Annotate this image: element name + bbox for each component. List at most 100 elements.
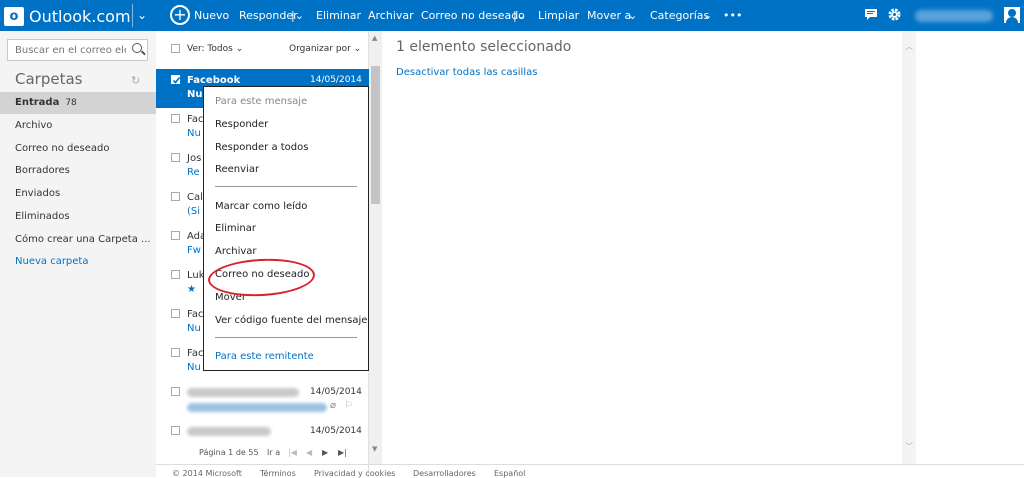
message-subject: Nu — [187, 362, 201, 373]
new-button[interactable]: Nuevo — [194, 9, 229, 22]
chevron-down-icon[interactable]: ⌄ — [703, 9, 712, 22]
search-input[interactable] — [8, 40, 126, 60]
context-menu: Para este mensaje Responder Responder a … — [203, 86, 369, 371]
outlook-logo[interactable]: o Outlook.com — [4, 5, 131, 27]
uncheck-all-link[interactable]: Desactivar todas las casillas — [396, 67, 537, 78]
list-item[interactable]: 14/05/2014 ⌀ ⚐ — [156, 381, 369, 420]
chevron-down-icon[interactable]: ⌄ — [628, 9, 637, 22]
chevron-up-icon[interactable]: ︿ — [905, 41, 913, 52]
reply-dropdown-icon[interactable]: |⌄ — [291, 9, 304, 22]
prev-page-icon[interactable]: ◀ — [306, 448, 312, 457]
menu-item-forward[interactable]: Reenviar — [215, 164, 259, 175]
message-checkbox[interactable] — [171, 231, 180, 240]
message-checkbox[interactable] — [171, 348, 180, 357]
avatar[interactable] — [1004, 7, 1020, 23]
select-all-checkbox[interactable] — [171, 44, 180, 53]
folder-pane: Carpetas ↻ Entrada 78 Archivo Correo no d… — [0, 31, 156, 477]
selection-title: 1 elemento seleccionado — [396, 39, 572, 55]
message-subject: Nu — [187, 128, 201, 139]
menu-item-view-source[interactable]: Ver código fuente del mensaje — [215, 315, 367, 326]
message-checkbox[interactable] — [171, 192, 180, 201]
message-checkbox[interactable] — [171, 270, 180, 279]
folder-custom[interactable]: Cómo crear una Carpeta ... — [0, 229, 156, 251]
reply-button[interactable]: Responder — [239, 9, 298, 22]
folder-deleted[interactable]: Eliminados — [0, 206, 156, 228]
chat-icon[interactable] — [864, 8, 878, 24]
blurred-subject — [187, 403, 327, 412]
delete-button[interactable]: Eliminar — [316, 9, 361, 22]
view-filter[interactable]: Ver: Todos ⌄ — [187, 44, 243, 54]
archive-button[interactable]: Archivar — [368, 9, 414, 22]
folder-archive[interactable]: Archivo — [0, 115, 156, 137]
message-sender: Fac — [187, 114, 204, 125]
message-sender: Fac — [187, 348, 204, 359]
next-page-icon[interactable]: ▶ — [322, 448, 328, 457]
scroll-up-icon[interactable]: ▲ — [372, 34, 377, 42]
menu-divider — [215, 337, 357, 338]
divider — [132, 4, 133, 27]
message-checkbox[interactable] — [171, 75, 181, 84]
star-icon: ★ — [187, 284, 196, 295]
junk-button[interactable]: Correo no deseado — [421, 9, 525, 22]
brand-title: Outlook.com — [29, 6, 131, 26]
folder-drafts[interactable]: Borradores — [0, 160, 156, 182]
user-name[interactable] — [915, 10, 993, 22]
more-commands-icon[interactable]: ••• — [723, 9, 742, 22]
first-page-icon[interactable]: |◀ — [288, 448, 297, 457]
menu-header: Para este mensaje — [215, 96, 308, 107]
message-subject: Fw — [187, 245, 201, 256]
message-sender: Cal — [187, 192, 203, 203]
view-filter-label: Ver: Todos — [187, 44, 233, 54]
new-folder-link[interactable]: Nueva carpeta — [0, 251, 156, 273]
message-checkbox[interactable] — [171, 309, 180, 318]
folders-heading: Carpetas — [15, 70, 83, 88]
list-scrollbar[interactable]: ▲ ▼ — [369, 31, 382, 464]
menu-item-reply[interactable]: Responder — [215, 119, 268, 130]
chevron-down-icon[interactable]: ﹀ — [905, 441, 913, 452]
organize-by[interactable]: Organizar por ⌄ — [289, 44, 361, 54]
folder-sent[interactable]: Enviados — [0, 183, 156, 205]
menu-item-reply-all[interactable]: Responder a todos — [215, 142, 308, 153]
chevron-down-icon[interactable]: ⌄ — [137, 8, 147, 22]
categories-button[interactable]: Categorías — [650, 9, 709, 22]
message-checkbox[interactable] — [171, 426, 180, 435]
move-to-button[interactable]: Mover a — [587, 9, 631, 22]
list-header: Ver: Todos ⌄ Organizar por ⌄ — [156, 31, 369, 64]
sweep-button[interactable]: Limpiar — [538, 9, 579, 22]
search-icon[interactable] — [132, 43, 142, 53]
message-checkbox[interactable] — [171, 387, 180, 396]
last-page-icon[interactable]: ▶| — [338, 448, 347, 457]
message-subject: (Si — [187, 206, 201, 217]
menu-item-archive[interactable]: Archivar — [215, 246, 257, 257]
menu-item-mark-read[interactable]: Marcar como leído — [215, 201, 307, 212]
folder-inbox[interactable]: Entrada 78 — [0, 92, 156, 114]
message-checkbox[interactable] — [171, 114, 180, 123]
message-sender: Luk — [187, 270, 205, 281]
folder-label: Entrada — [15, 97, 60, 108]
blurred-sender — [187, 427, 271, 436]
top-bar: o Outlook.com ⌄ + Nuevo Responder |⌄ Eli… — [0, 0, 1024, 31]
message-sender: Jos — [187, 153, 202, 164]
organize-by-label: Organizar por — [289, 44, 351, 54]
folder-junk[interactable]: Correo no deseado — [0, 138, 156, 160]
message-checkbox[interactable] — [171, 153, 180, 162]
flag-icon[interactable]: ⚐ — [344, 400, 353, 411]
reading-pane: 1 elemento seleccionado Desactivar todas… — [382, 31, 902, 464]
goto-page[interactable]: Ir a — [267, 448, 280, 457]
attachment-icon: ⌀ — [330, 400, 337, 411]
blurred-sender — [187, 388, 299, 397]
menu-item-sender[interactable]: Para este remitente — [215, 351, 314, 362]
message-sender: Fac — [187, 309, 204, 320]
junk-dropdown-icon[interactable]: |⌄ — [513, 9, 526, 22]
message-date: 14/05/2014 — [310, 426, 362, 436]
message-subject: Nu — [187, 89, 203, 100]
menu-item-delete[interactable]: Eliminar — [215, 223, 256, 234]
scroll-down-icon[interactable]: ▼ — [372, 445, 377, 453]
gear-icon[interactable] — [887, 7, 902, 25]
plus-icon[interactable]: + — [170, 5, 190, 25]
footer: © 2014 Microsoft Términos Privacidad y c… — [156, 464, 1024, 478]
scrollbar-thumb[interactable] — [371, 66, 380, 204]
message-date: 14/05/2014 — [310, 75, 362, 85]
reading-scrollbar[interactable]: ︿ ﹀ — [902, 31, 916, 464]
refresh-icon[interactable]: ↻ — [131, 74, 140, 87]
